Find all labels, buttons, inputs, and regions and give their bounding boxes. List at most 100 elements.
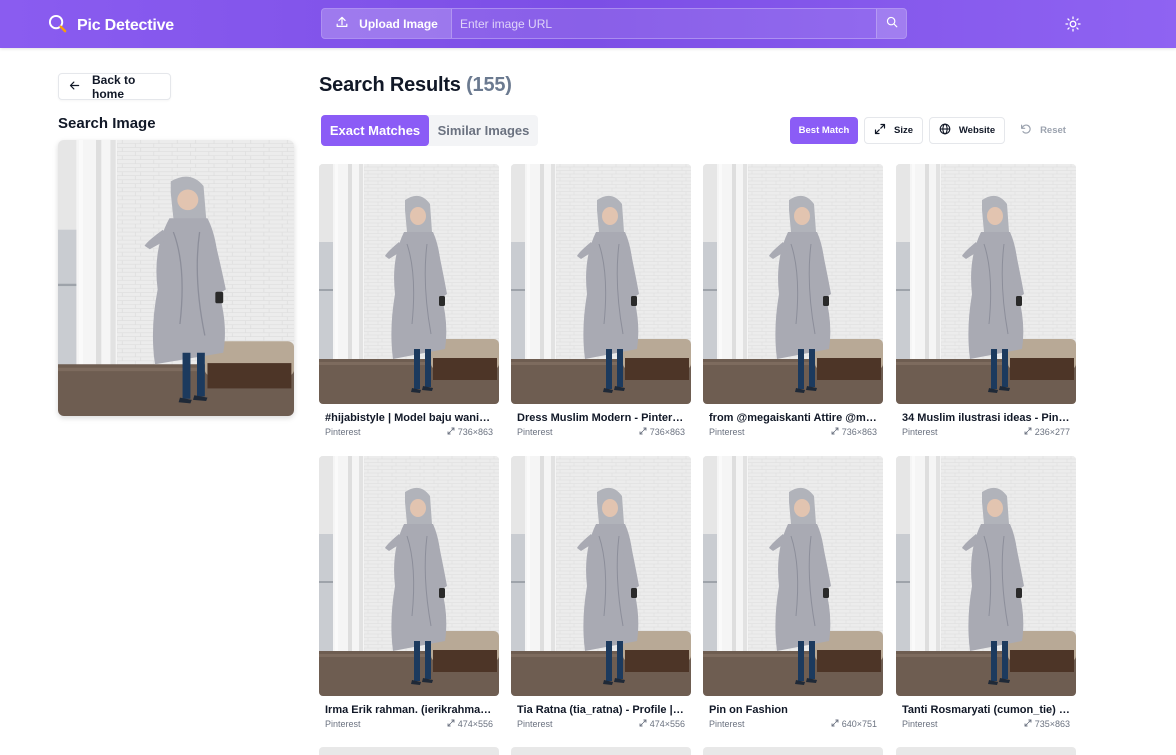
result-source: Pinterest	[902, 427, 938, 437]
result-thumbnail[interactable]	[896, 456, 1076, 696]
result-size: 736×863	[649, 427, 685, 437]
best-match-label: Best Match	[798, 125, 850, 136]
magnifier-logo-icon	[48, 14, 67, 38]
result-meta: Pinterest 474×556	[517, 719, 685, 730]
result-source: Pinterest	[325, 427, 361, 437]
result-size: 736×863	[457, 427, 493, 437]
result-size: 474×556	[649, 719, 685, 729]
sort-website-button[interactable]: Website	[929, 117, 1005, 144]
search-icon	[886, 15, 898, 33]
result-meta: Pinterest 474×556	[325, 719, 493, 730]
result-title[interactable]: 34 Muslim ilustrasi ideas - Pinterest	[902, 412, 1070, 425]
result-thumbnail[interactable]	[896, 164, 1076, 404]
image-url-input[interactable]	[452, 9, 876, 38]
result-title[interactable]: from @megaiskanti Attire @meja_aksara	[709, 412, 877, 425]
result-thumbnail[interactable]	[703, 456, 883, 696]
result-source: Pinterest	[517, 719, 553, 729]
search-image-heading: Search Image	[58, 115, 156, 132]
result-card[interactable]: #hijabistyle | Model baju wanita, Baju m…	[319, 164, 499, 438]
upload-image-label: Upload Image	[359, 16, 438, 31]
next-row-thumbnail-peek[interactable]	[703, 747, 883, 755]
sun-icon	[1064, 16, 1082, 37]
resize-icon	[447, 427, 455, 438]
result-size: 474×556	[457, 719, 493, 729]
arrow-left-icon	[69, 80, 80, 94]
next-row-thumbnail-peek[interactable]	[319, 747, 499, 755]
result-dimensions: 474×556	[639, 719, 685, 730]
result-dimensions: 736×863	[447, 427, 493, 438]
upload-icon	[335, 15, 349, 32]
back-to-home-label: Back to home	[92, 72, 136, 101]
result-thumbnail[interactable]	[319, 456, 499, 696]
next-row-thumbnail-peek[interactable]	[896, 747, 1076, 755]
result-card[interactable]: 34 Muslim ilustrasi ideas - Pinterest Pi…	[896, 164, 1076, 438]
result-dimensions: 236×277	[1024, 427, 1070, 438]
result-card[interactable]: Dress Muslim Modern - Pinterest Pinteres…	[511, 164, 691, 438]
logo[interactable]: Pic Detective	[48, 14, 174, 38]
app-name: Pic Detective	[77, 17, 175, 34]
result-card[interactable]: Tia Ratna (tia_ratna) - Profile | Pinter…	[511, 456, 691, 730]
result-title[interactable]: #hijabistyle | Model baju wanita, Baju m…	[325, 412, 493, 425]
result-size: 640×751	[841, 719, 877, 729]
globe-icon	[939, 123, 951, 138]
size-label: Size	[893, 125, 913, 136]
results-title-text: Search Results	[319, 74, 461, 96]
resize-icon	[831, 427, 839, 438]
result-card[interactable]: Pin on Fashion Pinterest 640×751	[703, 456, 883, 730]
tab-exact-matches[interactable]: Exact Matches	[321, 115, 429, 146]
result-card[interactable]: Irma Erik rahman. (ierikrahman) - Profil…	[319, 456, 499, 730]
reset-button[interactable]: Reset	[1011, 117, 1075, 144]
resize-icon	[831, 719, 839, 730]
result-dimensions: 474×556	[447, 719, 493, 730]
result-meta: Pinterest 735×863	[902, 719, 1070, 730]
result-thumbnail[interactable]	[511, 456, 691, 696]
result-meta: Pinterest 736×863	[517, 427, 685, 438]
result-meta: Pinterest 736×863	[709, 427, 877, 438]
resize-icon	[1024, 719, 1032, 730]
reset-label: Reset	[1040, 125, 1066, 136]
result-source: Pinterest	[902, 719, 938, 729]
result-title[interactable]: Tia Ratna (tia_ratna) - Profile | Pinter…	[517, 704, 685, 717]
result-card[interactable]: from @megaiskanti Attire @meja_aksara Pi…	[703, 164, 883, 438]
result-thumbnail[interactable]	[319, 164, 499, 404]
result-card[interactable]: Tanti Rosmaryati (cumon_tie) - Pinterest…	[896, 456, 1076, 730]
image-search-bar: Upload Image	[321, 8, 907, 39]
result-dimensions: 736×863	[639, 427, 685, 438]
results-heading: Search Results (155)	[319, 74, 512, 97]
result-title[interactable]: Dress Muslim Modern - Pinterest	[517, 412, 685, 425]
resize-icon	[447, 719, 455, 730]
next-row-thumbnail-peek[interactable]	[511, 747, 691, 755]
result-source: Pinterest	[325, 719, 361, 729]
result-size: 236×277	[1034, 427, 1070, 437]
result-title[interactable]: Pin on Fashion	[709, 704, 877, 717]
resize-icon	[639, 427, 647, 438]
result-size: 735×863	[1034, 719, 1070, 729]
sort-best-match-button[interactable]: Best Match	[790, 117, 858, 144]
result-dimensions: 736×863	[831, 427, 877, 438]
result-size: 736×863	[841, 427, 877, 437]
result-tabs: Exact Matches Similar Images	[321, 115, 538, 146]
result-title[interactable]: Irma Erik rahman. (ierikrahman) - Profil…	[325, 704, 493, 717]
result-thumbnail[interactable]	[511, 164, 691, 404]
result-thumbnail[interactable]	[703, 164, 883, 404]
result-source: Pinterest	[709, 427, 745, 437]
result-source: Pinterest	[517, 427, 553, 437]
website-label: Website	[958, 125, 996, 136]
tab-similar-images[interactable]: Similar Images	[429, 115, 538, 146]
search-image-preview	[58, 140, 294, 416]
result-meta: Pinterest 640×751	[709, 719, 877, 730]
sort-size-button[interactable]: Size	[864, 117, 923, 144]
reset-icon	[1020, 123, 1032, 138]
top-bar: Pic Detective Upload Image	[0, 0, 1176, 48]
expand-icon	[874, 123, 886, 138]
resize-icon	[639, 719, 647, 730]
result-dimensions: 640×751	[831, 719, 877, 730]
result-meta: Pinterest 736×863	[325, 427, 493, 438]
theme-toggle-button[interactable]	[1064, 15, 1082, 33]
result-meta: Pinterest 236×277	[902, 427, 1070, 438]
resize-icon	[1024, 427, 1032, 438]
result-title[interactable]: Tanti Rosmaryati (cumon_tie) - Pinterest	[902, 704, 1070, 717]
upload-image-button[interactable]: Upload Image	[322, 9, 452, 38]
search-button[interactable]	[876, 9, 906, 38]
back-to-home-button[interactable]: Back to home	[58, 72, 171, 101]
